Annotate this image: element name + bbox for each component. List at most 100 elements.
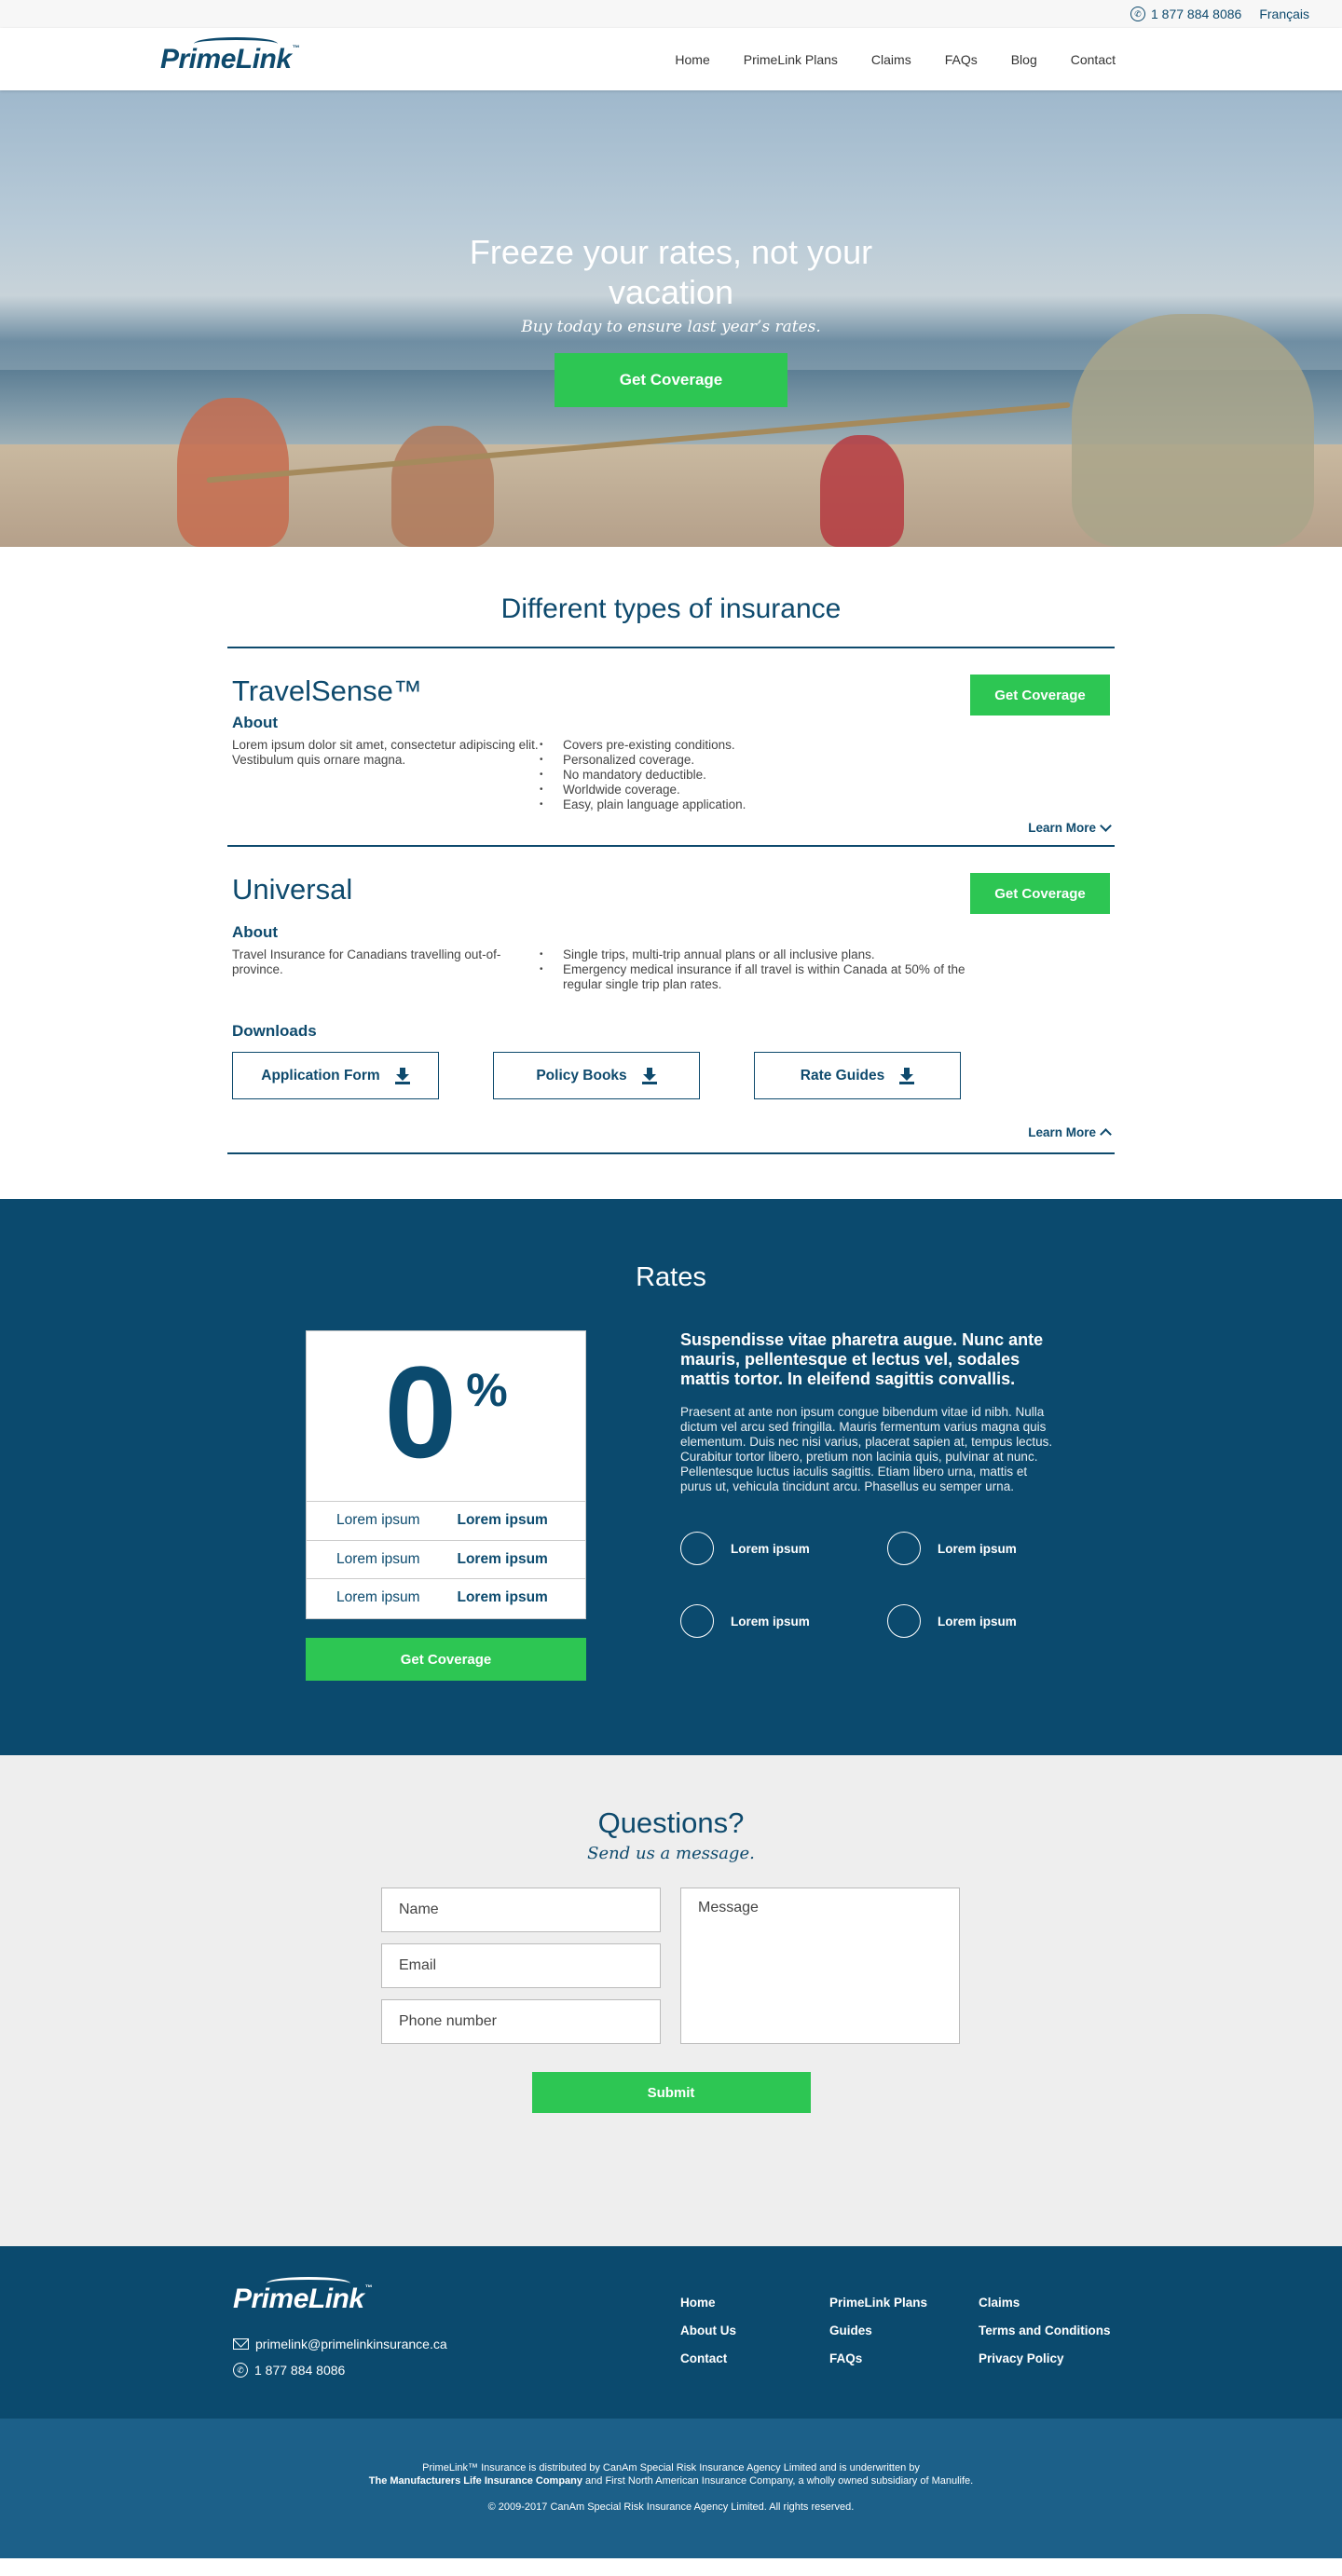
footer-bottom: PrimeLink™ Insurance is distributed by C… (0, 2419, 1342, 2558)
download-label: Rate Guides (800, 1067, 885, 1084)
insurance-types-title: Different types of insurance (500, 593, 842, 624)
name-field[interactable] (381, 1888, 661, 1932)
feature-item: Lorem ipsum (887, 1532, 1055, 1565)
footer-logo[interactable]: PrimeLink™ (233, 2277, 373, 2315)
universal-learn-more-toggle[interactable]: Learn More (227, 1099, 1115, 1152)
rates-info: Suspendisse vitae pharetra augue. Nunc a… (680, 1330, 1053, 1638)
rates-section: Rates 0 % Lorem ipsum Lorem ipsum Lorem … (0, 1199, 1342, 1755)
policy-books-download-button[interactable]: Policy Books (493, 1052, 700, 1099)
logo-swoosh-icon (267, 2277, 350, 2290)
phone-icon: ✆ (233, 2363, 248, 2378)
about-label: About (232, 714, 279, 731)
plan-card-travelsense: TravelSense™ Get Coverage About Lorem ip… (227, 647, 1115, 845)
rate-guides-download-button[interactable]: Rate Guides (754, 1052, 961, 1099)
list-item: Single trips, multi-trip annual plans or… (540, 947, 968, 962)
footer-link-faqs[interactable]: FAQs (829, 2351, 979, 2365)
phone-icon: ✆ (1130, 7, 1145, 21)
rate-row-label: Lorem ipsum (336, 1550, 420, 1567)
nav-home[interactable]: Home (675, 52, 709, 67)
travelsense-learn-more-toggle[interactable]: Learn More (227, 812, 1115, 845)
hero-figure-boy (391, 426, 494, 547)
hero-title: Freeze your rates, not your vacation (469, 233, 873, 311)
footer-phone: 1 877 884 8086 (254, 2363, 346, 2378)
nav-faqs[interactable]: FAQs (945, 52, 978, 67)
footer-link-primelink-plans[interactable]: PrimeLink Plans (829, 2296, 979, 2310)
plan-description: Lorem ipsum dolor sit amet, consectetur … (232, 738, 539, 767)
footer-phone-link[interactable]: ✆ 1 877 884 8086 (233, 2357, 447, 2383)
footer-link-guides[interactable]: Guides (829, 2324, 979, 2337)
footer-link-contact[interactable]: Contact (680, 2351, 829, 2365)
questions-subtitle: Send us a message. (587, 1844, 755, 1863)
rate-row-label: Lorem ipsum (336, 1589, 420, 1606)
table-row: Lorem ipsum Lorem ipsum (307, 1578, 585, 1617)
underwriter-name: The Manufacturers Life Insurance Company (368, 2475, 582, 2487)
submit-button[interactable]: Submit (531, 2072, 811, 2113)
message-field[interactable] (680, 1888, 960, 2044)
brand-tm: ™ (292, 43, 300, 52)
logo-swoosh-icon (194, 36, 278, 50)
rates-features: Lorem ipsum Lorem ipsum Lorem ipsum Lore… (680, 1532, 1053, 1638)
contact-form (381, 1888, 961, 2044)
universal-get-coverage-button[interactable]: Get Coverage (970, 873, 1110, 914)
language-toggle[interactable]: Français (1259, 7, 1309, 21)
list-item: Covers pre-existing conditions. (540, 738, 968, 753)
legal-line-2-rest: and First North American Insurance Compa… (582, 2475, 974, 2487)
plan-card-universal: Universal Get Coverage About Travel Insu… (227, 845, 1115, 1154)
rates-title: Rates (636, 1262, 706, 1292)
nav-contact[interactable]: Contact (1071, 52, 1116, 67)
top-bar: ✆ 1 877 884 8086 Français (0, 0, 1342, 28)
rates-get-coverage-button[interactable]: Get Coverage (306, 1638, 586, 1681)
footer-links: Home PrimeLink Plans Claims About Us Gui… (680, 2296, 1128, 2365)
topbar-phone-number: 1 877 884 8086 (1150, 7, 1242, 21)
footer-link-privacy[interactable]: Privacy Policy (979, 2351, 1128, 2365)
footer-link-about-us[interactable]: About Us (680, 2324, 829, 2337)
list-item: Easy, plain language application. (540, 797, 968, 812)
download-icon (899, 1067, 915, 1084)
rate-number: 0 (384, 1339, 458, 1485)
circle-icon (680, 1532, 714, 1565)
chevron-up-icon (1100, 1128, 1112, 1140)
download-label: Application Form (261, 1067, 380, 1084)
circle-icon (887, 1532, 921, 1565)
footer-email: primelink@primelinkinsurance.ca (255, 2337, 447, 2351)
rate-row-value: Lorem ipsum (457, 1589, 548, 1606)
nav-primelink-plans[interactable]: PrimeLink Plans (744, 52, 838, 67)
rate-row-value: Lorem ipsum (457, 1550, 548, 1567)
insurance-types-section: Different types of insurance TravelSense… (0, 547, 1342, 1154)
list-item: Personalized coverage. (540, 753, 968, 768)
feature-item: Lorem ipsum (680, 1604, 887, 1638)
plan-feature-list: Single trips, multi-trip annual plans or… (540, 947, 968, 992)
download-label: Policy Books (536, 1067, 627, 1084)
main-navbar: PrimeLink™ Home PrimeLink Plans Claims F… (0, 28, 1342, 90)
copyright: © 2009-2017 CanAm Special Risk Insurance… (487, 2501, 855, 2513)
rate-percent-sign: % (466, 1364, 508, 1416)
questions-section: Questions? Send us a message. Submit (0, 1755, 1342, 2246)
feature-item: Lorem ipsum (887, 1604, 1055, 1638)
footer-link-claims[interactable]: Claims (979, 2296, 1128, 2310)
footer-link-terms[interactable]: Terms and Conditions (979, 2324, 1128, 2337)
hero-get-coverage-button[interactable]: Get Coverage (555, 353, 787, 407)
list-item: No mandatory deductible. (540, 768, 968, 783)
email-field[interactable] (381, 1943, 661, 1988)
travelsense-get-coverage-button[interactable]: Get Coverage (970, 675, 1110, 716)
plan-name: TravelSense™ (232, 675, 422, 707)
nav-blog[interactable]: Blog (1011, 52, 1037, 67)
list-item: Worldwide coverage. (540, 783, 968, 797)
footer-email-link[interactable]: primelink@primelinkinsurance.ca (233, 2331, 447, 2357)
topbar-phone-link[interactable]: ✆ 1 877 884 8086 (1130, 7, 1241, 21)
footer-link-home[interactable]: Home (680, 2296, 829, 2310)
plan-feature-list: Covers pre-existing conditions. Personal… (540, 738, 968, 812)
feature-label: Lorem ipsum (731, 1614, 810, 1629)
hero-figure-girl (820, 435, 904, 547)
legal-line-2: The Manufacturers Life Insurance Company… (0, 2474, 1342, 2487)
phone-field[interactable] (381, 1999, 661, 2044)
about-label: About (232, 923, 279, 941)
application-form-download-button[interactable]: Application Form (232, 1052, 439, 1099)
legal-line-1: PrimeLink™ Insurance is distributed by C… (422, 2462, 920, 2474)
brand-tm: ™ (364, 2283, 373, 2292)
downloads-label: Downloads (232, 1022, 317, 1040)
brand-logo[interactable]: PrimeLink™ (160, 36, 300, 75)
footer-contact: primelink@primelinkinsurance.ca ✆ 1 877 8… (233, 2331, 447, 2383)
feature-label: Lorem ipsum (938, 1541, 1017, 1556)
nav-claims[interactable]: Claims (871, 52, 911, 67)
